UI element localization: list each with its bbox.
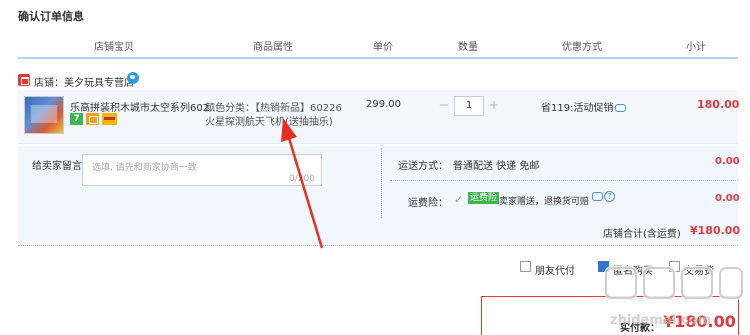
svg-text:zhidemai.com: zhidemai.com <box>610 313 711 328</box>
annotation-arrow-head <box>281 118 297 142</box>
watermark-logo: zhidemai.com <box>604 266 744 328</box>
annotation-arrow-shaft <box>287 137 324 249</box>
